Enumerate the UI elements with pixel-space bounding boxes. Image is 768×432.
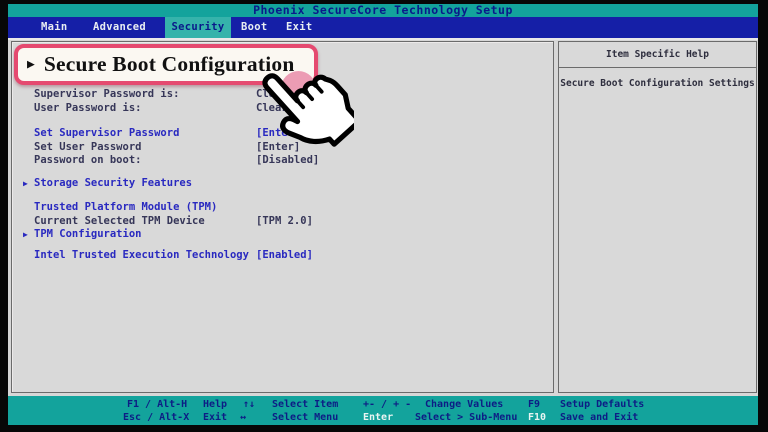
key-hint: F9 xyxy=(528,398,540,411)
menu-bar: Main Advanced Security Boot Exit xyxy=(8,17,758,38)
window-title: Phoenix SecureCore Technology Setup xyxy=(8,4,758,17)
hand-pointer-cursor-icon xyxy=(262,54,354,166)
setting-row-tpm-configuration[interactable]: ▶ TPM Configuration xyxy=(34,228,534,242)
item-specific-help-panel: Item Specific Help Secure Boot Configura… xyxy=(558,41,757,393)
setting-label: Password on boot: xyxy=(34,154,141,166)
tab-security[interactable]: Security xyxy=(165,17,231,38)
setting-row-current-tpm-device[interactable]: Current Selected TPM Device [TPM 2.0] xyxy=(34,215,534,229)
key-hint-label: Exit xyxy=(203,411,227,424)
body-area: Supervisor Password is: Cleared User Pas… xyxy=(8,38,758,398)
key-hint-label: Select > Sub-Menu xyxy=(415,411,517,424)
setting-label: TPM Configuration xyxy=(34,228,141,240)
setting-label: User Password is: xyxy=(34,102,141,114)
key-help-bar: F1 / Alt-H Help ↑↓ Select Item +- / + - … xyxy=(8,396,758,425)
setting-label: Set Supervisor Password xyxy=(34,127,179,139)
callout-label: Secure Boot Configuration xyxy=(44,52,295,77)
tab-exit[interactable]: Exit xyxy=(286,17,313,38)
tab-boot[interactable]: Boot xyxy=(241,17,268,38)
submenu-arrow-icon: ▶ xyxy=(23,228,28,242)
setting-label: Trusted Platform Module (TPM) xyxy=(34,201,217,213)
key-hint-label: Select Menu xyxy=(272,411,338,424)
setting-value: [TPM 2.0] xyxy=(256,215,313,229)
submenu-arrow-icon: ▶ xyxy=(27,57,35,72)
key-hint: F1 / Alt-H xyxy=(127,398,187,411)
help-panel-title: Item Specific Help xyxy=(559,42,756,68)
bios-screenshot: { "window": { "title": "Phoenix SecureCo… xyxy=(0,0,768,432)
key-hint: F10 xyxy=(528,411,546,424)
setting-row-storage-security-features[interactable]: ▶ Storage Security Features xyxy=(34,177,534,191)
setting-value: [Enabled] xyxy=(256,249,313,263)
key-hint-label: Change Values xyxy=(425,398,503,411)
key-hint-label: Setup Defaults xyxy=(560,398,644,411)
setting-label: Storage Security Features xyxy=(34,177,192,189)
submenu-arrow-icon: ▶ xyxy=(23,177,28,191)
setting-label: Current Selected TPM Device xyxy=(34,215,205,227)
setting-label: Intel Trusted Execution Technology xyxy=(34,249,249,261)
key-hint-label: Help xyxy=(203,398,227,411)
bios-screen: Phoenix SecureCore Technology Setup Main… xyxy=(8,4,758,425)
key-hint: +- / + - xyxy=(363,398,411,411)
tab-main[interactable]: Main xyxy=(41,17,68,38)
key-hint-label: Select Item xyxy=(272,398,338,411)
key-hint: Enter xyxy=(363,411,393,424)
key-hint: ↑↓ xyxy=(243,398,255,411)
setting-row-tpm-heading: Trusted Platform Module (TPM) xyxy=(34,201,534,215)
setting-row-intel-txt[interactable]: Intel Trusted Execution Technology [Enab… xyxy=(34,249,534,263)
setting-label: Set User Password xyxy=(34,141,141,153)
key-hint: Esc / Alt-X xyxy=(123,411,189,424)
help-panel-content: Secure Boot Configuration Settings xyxy=(559,78,756,89)
key-hint-label: Save and Exit xyxy=(560,411,638,424)
key-hint: ↔ xyxy=(240,411,246,424)
tab-advanced[interactable]: Advanced xyxy=(93,17,146,38)
setting-label: Supervisor Password is: xyxy=(34,88,179,100)
